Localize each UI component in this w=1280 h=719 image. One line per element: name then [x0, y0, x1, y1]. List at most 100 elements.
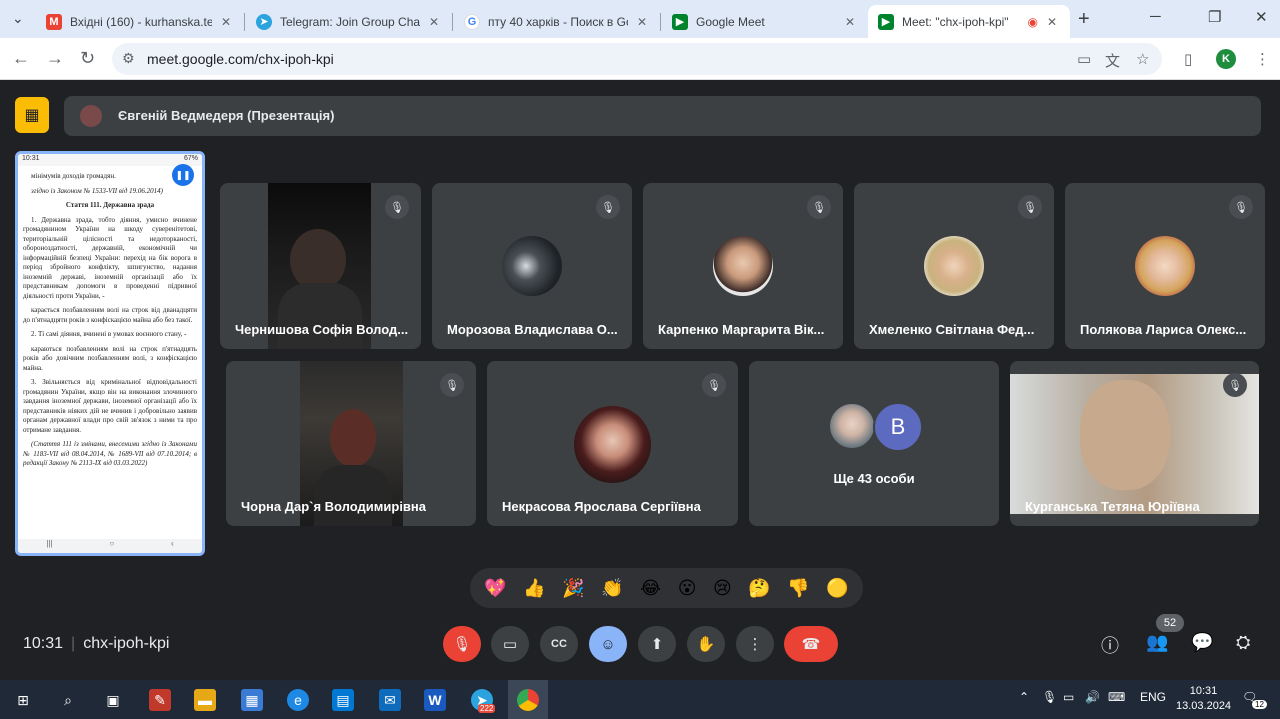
microphone-tray-icon[interactable]: 🎙 — [1042, 690, 1057, 704]
tab-search-icon[interactable]: ⌄ — [12, 10, 24, 27]
participant-tile[interactable]: 🎙 Полякова Лариса Олекс... — [1065, 183, 1265, 349]
file-explorer-icon[interactable]: ▬ — [194, 689, 216, 711]
keyboard-icon[interactable]: ⌨ — [1108, 690, 1125, 704]
doc-line: (Стаття 111 із змінами, внесеними згідно… — [23, 440, 197, 467]
present-button[interactable]: ⬆ — [638, 626, 676, 662]
leave-call-button[interactable]: ☎ — [784, 626, 838, 662]
chrome-icon[interactable] — [517, 689, 539, 711]
divider: | — [71, 635, 76, 652]
language-indicator[interactable]: ENG — [1140, 690, 1166, 704]
close-icon[interactable]: ✕ — [634, 15, 650, 29]
task-view-icon[interactable]: ▣ — [102, 689, 124, 711]
thumbs-down-reaction[interactable]: 👎 — [787, 578, 809, 599]
muted-mic-icon: 🎙 — [1229, 195, 1253, 219]
participant-avatar — [502, 236, 562, 296]
camera-toggle-button[interactable]: ▭ — [491, 626, 529, 662]
tab-title: Google Meet — [696, 14, 765, 29]
thinking-reaction[interactable]: 🤔 — [748, 578, 770, 599]
participant-tile[interactable]: 🎙 Некрасова Ярослава Сергіївна — [487, 361, 738, 526]
doc-heading: Стаття 111. Державна зрада — [65, 201, 155, 209]
participant-tile[interactable]: 🎙 Чернишова Софія Волод... — [220, 183, 421, 349]
participant-tile[interactable]: 🎙 Чорна Дар`я Володимирівна — [226, 361, 476, 526]
mail-icon[interactable]: ✉ — [379, 689, 401, 711]
address-bar[interactable]: ⚙ meet.google.com/chx-ipoh-kpi ▭ 文 ☆ — [112, 43, 1162, 75]
close-icon[interactable]: ✕ — [218, 15, 234, 29]
forward-icon[interactable]: → — [46, 48, 64, 69]
more-vert-icon: ⋮ — [747, 636, 763, 653]
skin-tone-selector[interactable]: 🟡 — [826, 578, 848, 599]
more-participants-tile[interactable]: B Ще 43 особи — [749, 361, 999, 526]
participant-body — [314, 465, 392, 526]
reload-icon[interactable]: ↻ — [80, 48, 95, 69]
calculator-icon[interactable]: ▦ — [241, 689, 263, 711]
captions-button[interactable]: CC — [540, 626, 578, 662]
minimize-icon[interactable]: ─ — [1150, 8, 1161, 25]
presenter-avatar — [80, 105, 102, 127]
back-icon[interactable]: ← — [12, 48, 30, 69]
bookmark-star-icon[interactable]: ☆ — [1136, 50, 1149, 68]
surprised-reaction[interactable]: 😮 — [678, 578, 697, 599]
tab-google-meet[interactable]: ▶ Google Meet ✕ — [662, 5, 868, 38]
close-icon[interactable]: ✕ — [842, 15, 858, 29]
close-icon[interactable]: ✕ — [1044, 15, 1060, 29]
menu-icon[interactable]: ⋮ — [1255, 50, 1270, 68]
people-icon[interactable]: 👥 — [1146, 632, 1168, 653]
camera-icon[interactable]: ▭ — [1077, 50, 1091, 68]
show-hidden-icons-icon[interactable]: ⌃ — [1019, 690, 1029, 704]
clapping-reaction[interactable]: 👏 — [601, 578, 623, 599]
tab-meet-active[interactable]: ▶ Meet: "chx-ipoh-kpi" ◉ ✕ — [868, 5, 1070, 38]
chat-icon[interactable]: 💬 — [1191, 632, 1213, 653]
recording-icon: ◉ — [1027, 14, 1038, 29]
raise-hand-button[interactable]: ✋ — [687, 626, 725, 662]
tab-telegram[interactable]: ➤ Telegram: Join Group Chat ✕ — [246, 5, 452, 38]
paint-app-icon[interactable]: ✎ — [149, 689, 171, 711]
reactions-bar: 💖 👍 🎉 👏 😂 😮 😢 🤔 👎 🟡 — [470, 568, 863, 608]
meet-icon: ▶ — [672, 13, 688, 30]
crying-reaction[interactable]: 😢 — [713, 578, 732, 599]
party-popper-reaction[interactable]: 🎉 — [562, 578, 584, 599]
maximize-icon[interactable]: ❐ — [1208, 8, 1221, 26]
participant-tile[interactable]: 🎙 Карпенко Маргарита Вік... — [643, 183, 843, 349]
windows-start-icon[interactable]: ⊞ — [12, 689, 34, 711]
participant-tile[interactable]: 🎙 Морозова Владислава О... — [432, 183, 632, 349]
muted-mic-icon: 🎙 — [1018, 195, 1042, 219]
search-icon[interactable]: ⌕ — [57, 689, 79, 711]
presentation-icon[interactable]: ▦ — [15, 97, 49, 133]
tab-separator — [244, 13, 245, 31]
store-icon[interactable]: ▤ — [332, 689, 354, 711]
more-options-button[interactable]: ⋮ — [736, 626, 774, 662]
tab-google-search[interactable]: G пту 40 харків - Поиск в Goo ✕ — [454, 5, 660, 38]
new-tab-button[interactable]: + — [1078, 8, 1090, 31]
taskbar-clock[interactable]: 10:31 13.03.2024 — [1176, 684, 1231, 714]
word-icon[interactable]: W — [424, 689, 446, 711]
reactions-button[interactable]: ☺ — [589, 626, 627, 662]
captions-icon: CC — [551, 638, 567, 650]
doc-line: мінімумів доходів громадян. — [31, 172, 116, 180]
microphone-toggle-button[interactable]: 🎙 — [443, 626, 481, 662]
doc-line: 3. Звільняється від кримінальної відпові… — [23, 378, 197, 434]
more-participants-label: Ще 43 особи — [833, 471, 915, 486]
tab-gmail[interactable]: M Вхідні (160) - kurhanska.teti ✕ — [36, 5, 244, 38]
profile-avatar[interactable]: K — [1216, 49, 1236, 69]
edge-icon[interactable]: e — [287, 689, 309, 711]
clock-time: 10:31 — [1189, 685, 1218, 697]
url-text[interactable]: meet.google.com/chx-ipoh-kpi — [147, 51, 334, 67]
network-icon[interactable]: ▭ — [1063, 690, 1074, 704]
thumbs-up-reaction[interactable]: 👍 — [523, 578, 545, 599]
participant-tile[interactable]: 🎙 Курганська Тетяна Юріївна — [1010, 361, 1259, 526]
sparkling-heart-reaction[interactable]: 💖 — [484, 578, 506, 599]
participant-face — [330, 409, 376, 467]
laughing-reaction[interactable]: 😂 — [640, 578, 661, 599]
meeting-details-icon[interactable]: ⓘ — [1101, 632, 1119, 658]
side-panel-icon[interactable]: ▯ — [1184, 50, 1192, 68]
shared-screen-tile[interactable]: 10:31 67% мінімумів доходів громадян. зг… — [15, 151, 205, 556]
participant-tile[interactable]: 🎙 Хмеленко Світлана Фед... — [854, 183, 1054, 349]
volume-icon[interactable]: 🔊 — [1085, 690, 1100, 704]
recent-apps-icon: ||| — [46, 539, 53, 548]
window-close-icon[interactable]: ✕ — [1255, 8, 1268, 26]
translate-icon[interactable]: 文 — [1105, 50, 1120, 71]
site-info-icon[interactable]: ⚙ — [122, 50, 135, 67]
close-icon[interactable]: ✕ — [426, 15, 442, 29]
activities-icon[interactable]: ⛭ — [1236, 632, 1250, 653]
pause-icon: ❚❚ — [172, 164, 194, 186]
